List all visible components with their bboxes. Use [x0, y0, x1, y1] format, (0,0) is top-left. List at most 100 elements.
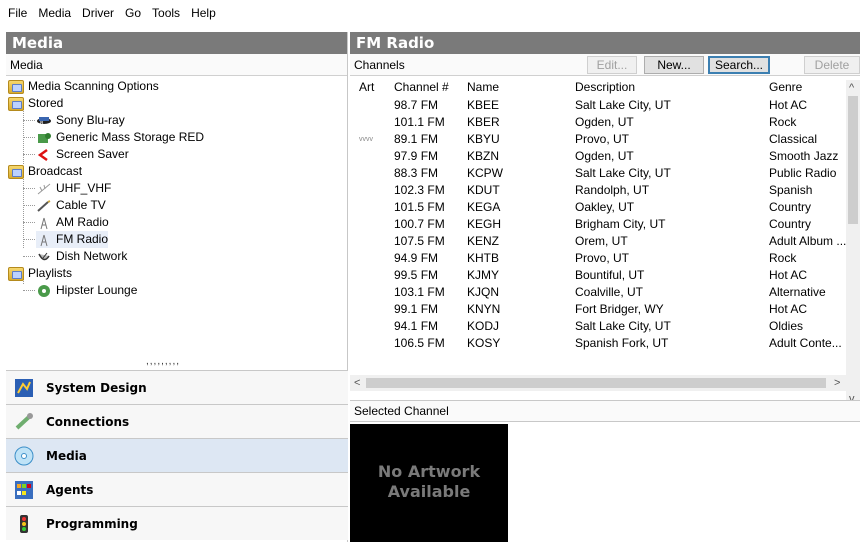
- channels-label: Channels: [354, 58, 405, 72]
- cell-channel: 102.3 FM: [394, 183, 445, 197]
- table-row[interactable]: 102.3 FM KDUT Randolph, UT Spanish: [350, 182, 848, 199]
- scroll-up-icon[interactable]: ^: [849, 80, 854, 96]
- cell-description: Randolph, UT: [575, 183, 650, 197]
- cell-genre: Country: [769, 217, 812, 231]
- search-button[interactable]: Search...: [708, 56, 770, 74]
- tree-item-hipster-lounge[interactable]: Hipster Lounge: [36, 282, 137, 299]
- tree-item-media-scanning-options[interactable]: Media Scanning Options: [8, 78, 159, 95]
- table-row[interactable]: 88.3 FM KCPW Salt Lake City, UT Public Radi…: [350, 165, 848, 182]
- cell-channel: 98.7 FM: [394, 98, 439, 112]
- table-row[interactable]: 103.1 FM KJQN Coalville, UT Alternative: [350, 284, 848, 301]
- scroll-left-icon[interactable]: <: [354, 375, 360, 391]
- nav-agents[interactable]: Agents: [6, 472, 348, 506]
- media-tree: Media Scanning Options Stored B Sony Blu…: [6, 78, 348, 360]
- cell-description: Spanish Fork, UT: [575, 336, 669, 350]
- cell-channel: 94.9 FM: [394, 251, 439, 265]
- cell-genre: Hot AC: [769, 268, 808, 282]
- cell-description: Coalville, UT: [575, 285, 644, 299]
- nav-label: Agents: [46, 482, 94, 497]
- tree-item-sony-bluray[interactable]: B Sony Blu-ray: [36, 112, 125, 129]
- nav-connections[interactable]: Connections: [6, 404, 348, 438]
- media-tree-header: Media: [6, 54, 347, 76]
- programming-icon: [14, 514, 34, 534]
- column-name[interactable]: Name: [467, 77, 499, 97]
- tree-item-screen-saver[interactable]: Screen Saver: [36, 146, 129, 163]
- edit-button[interactable]: Edit...: [587, 56, 637, 74]
- scroll-thumb[interactable]: [366, 378, 826, 388]
- selected-channel-header: Selected Channel: [350, 400, 860, 422]
- table-row[interactable]: 98.7 FM KBEE Salt Lake City, UT Hot AC: [350, 97, 848, 114]
- tree-item-broadcast[interactable]: Broadcast: [8, 163, 82, 180]
- folder-icon: [8, 164, 24, 179]
- cell-name: KOSY: [467, 336, 501, 350]
- cell-description: Ogden, UT: [575, 149, 634, 163]
- table-row[interactable]: 106.5 FM KOSY Spanish Fork, UT Adult Conte.…: [350, 335, 848, 352]
- menu-media[interactable]: Media: [34, 0, 78, 26]
- table-row[interactable]: 94.9 FM KHTB Provo, UT Rock: [350, 250, 848, 267]
- menu-driver[interactable]: Driver: [78, 0, 121, 26]
- table-row[interactable]: 94.1 FM KODJ Salt Lake City, UT Oldies: [350, 318, 848, 335]
- menu-tools[interactable]: Tools: [148, 0, 187, 26]
- column-art[interactable]: Art: [359, 77, 374, 97]
- table-row[interactable]: 99.5 FM KJMY Bountiful, UT Hot AC: [350, 267, 848, 284]
- tree-item-label: UHF_VHF: [56, 181, 112, 195]
- tree-item-uhf-vhf[interactable]: UHF_VHF: [36, 180, 111, 197]
- cell-name: KCPW: [467, 166, 503, 180]
- folder-icon: [8, 266, 24, 281]
- tree-item-cable-tv[interactable]: Cable TV: [36, 197, 106, 214]
- table-row[interactable]: 101.1 FM KBER Ogden, UT Rock: [350, 114, 848, 131]
- tree-item-generic-mass-storage[interactable]: Generic Mass Storage RED: [36, 129, 204, 146]
- navigator-buttons: System Design Connections Media Agents P…: [6, 370, 348, 540]
- tree-item-dish-network[interactable]: Dish Network: [36, 248, 127, 265]
- table-row[interactable]: vvvv 89.1 FM KBYU Provo, UT Classical: [350, 131, 848, 148]
- cell-channel: 99.1 FM: [394, 302, 439, 316]
- media-pane: Media Media Media Scanning Options Store…: [6, 32, 348, 542]
- tree-item-label: FM Radio: [56, 232, 109, 246]
- table-row[interactable]: 107.5 FM KENZ Orem, UT Adult Album ...: [350, 233, 848, 250]
- scroll-thumb[interactable]: [848, 96, 858, 224]
- cell-art: vvvv: [359, 136, 373, 143]
- tree-item-label: Hipster Lounge: [56, 283, 138, 297]
- media-pane-title: Media: [6, 32, 347, 54]
- cell-name: KENZ: [467, 234, 500, 248]
- cell-channel: 103.1 FM: [394, 285, 445, 299]
- menu-go[interactable]: Go: [121, 0, 148, 26]
- column-genre[interactable]: Genre: [769, 77, 802, 97]
- column-channel[interactable]: Channel #: [394, 77, 449, 97]
- tree-item-am-radio[interactable]: AM Radio: [36, 214, 109, 231]
- tree-item-label: Screen Saver: [56, 147, 129, 161]
- fm-radio-title: FM Radio: [350, 32, 860, 54]
- cable-icon: [36, 199, 52, 213]
- screen-saver-icon: [36, 148, 52, 162]
- column-description[interactable]: Description: [575, 77, 635, 97]
- nav-media[interactable]: Media: [6, 438, 348, 472]
- table-row[interactable]: 101.5 FM KEGA Oakley, UT Country: [350, 199, 848, 216]
- tree-item-label: Broadcast: [28, 164, 83, 178]
- menu-file[interactable]: File: [4, 0, 34, 26]
- horizontal-scrollbar[interactable]: < >: [350, 375, 846, 391]
- tree-item-stored[interactable]: Stored: [8, 95, 63, 112]
- menu-help[interactable]: Help: [187, 0, 223, 26]
- tree-item-fm-radio[interactable]: FM Radio: [36, 231, 109, 248]
- tree-item-label: Playlists: [28, 266, 73, 280]
- tree-item-playlists[interactable]: Playlists: [8, 265, 72, 282]
- cell-genre: Hot AC: [769, 98, 808, 112]
- cell-genre: Adult Album ...: [769, 234, 847, 248]
- tree-item-label: Cable TV: [56, 198, 106, 212]
- table-row[interactable]: 97.9 FM KBZN Ogden, UT Smooth Jazz: [350, 148, 848, 165]
- nav-programming[interactable]: Programming: [6, 506, 348, 540]
- table-row[interactable]: 100.7 FM KEGH Brigham City, UT Country: [350, 216, 848, 233]
- cell-name: KODJ: [467, 319, 500, 333]
- vertical-scrollbar[interactable]: ^ v: [846, 80, 860, 407]
- cell-description: Bountiful, UT: [575, 268, 645, 282]
- scroll-right-icon[interactable]: >: [834, 375, 840, 391]
- cell-genre: Public Radio: [769, 166, 837, 180]
- cell-name: KEGH: [467, 217, 502, 231]
- splitter-handle[interactable]: ,,,,,,,,,: [146, 357, 206, 367]
- table-row[interactable]: 99.1 FM KNYN Fort Bridger, WY Hot AC: [350, 301, 848, 318]
- cell-name: KJMY: [467, 268, 500, 282]
- new-button[interactable]: New...: [644, 56, 704, 74]
- delete-button[interactable]: Delete: [804, 56, 860, 74]
- cell-channel: 94.1 FM: [394, 319, 439, 333]
- nav-system-design[interactable]: System Design: [6, 370, 348, 404]
